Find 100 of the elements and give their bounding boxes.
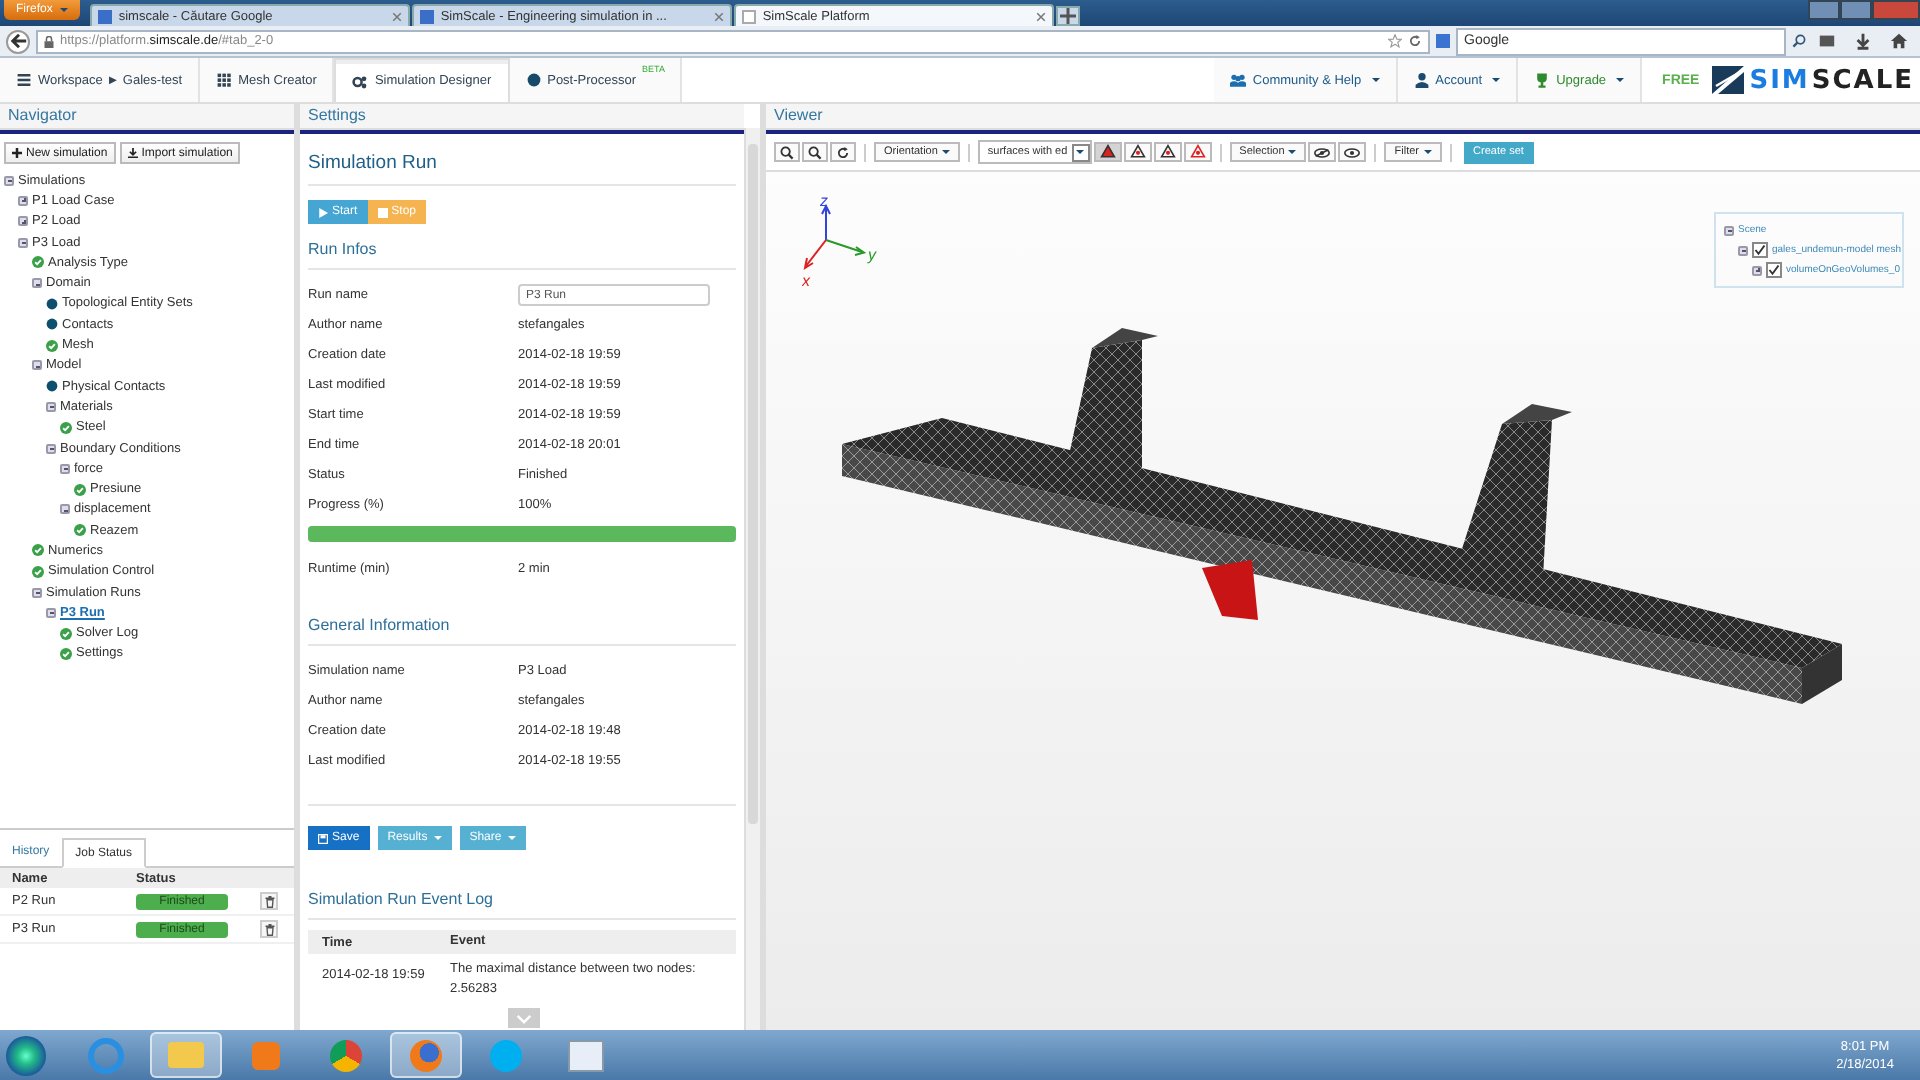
collapse-icon[interactable] xyxy=(1724,225,1734,235)
collapse-icon[interactable] xyxy=(46,607,56,618)
collapse-icon[interactable] xyxy=(32,587,42,598)
caret-icon xyxy=(1371,78,1380,82)
chevron-down-icon xyxy=(516,1013,532,1023)
stop-icon xyxy=(377,207,388,217)
hide-button[interactable] xyxy=(1308,142,1337,162)
axes-drawing: z y x xyxy=(802,192,902,292)
star-icon[interactable] xyxy=(1388,34,1402,48)
gears-icon xyxy=(352,73,369,89)
reload-icon[interactable] xyxy=(1408,34,1422,48)
arrow-icon xyxy=(9,32,27,50)
download-icon[interactable] xyxy=(1854,32,1872,50)
triangle-icon xyxy=(1159,144,1176,160)
magnifier-icon xyxy=(808,145,822,159)
collapse-icon[interactable] xyxy=(46,443,56,453)
section-heading: General Information xyxy=(308,616,452,634)
expand-icon[interactable] xyxy=(18,195,28,206)
panel-title: Navigator xyxy=(0,104,294,130)
magnifier-icon xyxy=(780,145,794,159)
trophy-icon xyxy=(1534,72,1551,88)
close-icon[interactable] xyxy=(392,11,403,21)
check-circle-icon xyxy=(74,483,86,496)
home-icon[interactable] xyxy=(1890,32,1908,50)
eye-icon xyxy=(1344,147,1361,157)
logo: SIM SCALE xyxy=(1711,58,1914,102)
collapse-icon[interactable] xyxy=(4,175,14,186)
caret-icon xyxy=(60,8,69,12)
render-mode-button[interactable] xyxy=(1153,142,1182,162)
triangle-icon xyxy=(1129,144,1146,160)
new-tab-button[interactable] xyxy=(1056,6,1081,26)
collapse-icon[interactable] xyxy=(32,278,42,289)
maximize-button[interactable] xyxy=(1840,0,1872,20)
search-icon[interactable] xyxy=(1792,34,1806,48)
caret-icon xyxy=(1423,150,1432,154)
play-icon xyxy=(318,207,328,217)
zoom-out-button[interactable] xyxy=(802,142,828,162)
collapse-icon[interactable] xyxy=(46,401,56,412)
person-icon xyxy=(1413,72,1430,88)
collapse-icon[interactable] xyxy=(60,463,70,474)
caret-icon xyxy=(507,836,516,840)
dot-icon xyxy=(46,318,58,331)
plus-icon xyxy=(12,148,22,158)
check-circle-icon xyxy=(32,565,44,578)
favicon-icon xyxy=(98,9,113,23)
favicon-icon xyxy=(742,9,757,23)
render-mode-button[interactable] xyxy=(1123,142,1152,162)
collapse-icon[interactable] xyxy=(60,504,70,515)
zoom-in-button[interactable] xyxy=(774,142,800,162)
favicon-icon xyxy=(420,9,435,23)
collapse-icon[interactable] xyxy=(32,360,42,371)
close-icon[interactable] xyxy=(1036,11,1047,21)
dot-icon xyxy=(46,380,58,393)
caret-icon xyxy=(433,836,442,840)
panel-title: Viewer xyxy=(766,104,1920,130)
section-heading: Simulation Run xyxy=(308,152,439,174)
people-icon xyxy=(1230,72,1247,88)
check-circle-icon xyxy=(74,524,86,537)
caret-icon xyxy=(1288,150,1297,154)
check-circle-icon xyxy=(46,339,58,352)
collapse-icon[interactable] xyxy=(1738,245,1748,255)
download-icon xyxy=(127,148,138,158)
lock-icon xyxy=(44,35,54,47)
scrollbar[interactable] xyxy=(744,128,760,1030)
caret-icon xyxy=(941,150,950,154)
grid-icon xyxy=(216,72,233,88)
minimize-button[interactable] xyxy=(1808,0,1840,20)
trash-icon xyxy=(263,895,275,907)
expand-icon[interactable] xyxy=(1752,265,1762,275)
refresh-button[interactable] xyxy=(830,142,856,162)
caret-icon xyxy=(1492,78,1501,82)
show-button[interactable] xyxy=(1338,142,1367,162)
check-circle-icon xyxy=(60,627,72,640)
dot-icon xyxy=(525,72,542,88)
save-icon xyxy=(318,833,328,843)
triangle-icon xyxy=(1189,144,1206,160)
section-heading: Run Infos xyxy=(308,240,379,258)
caret-icon xyxy=(1616,78,1625,82)
back-button[interactable] xyxy=(6,29,30,53)
check-circle-icon xyxy=(32,256,44,269)
refresh-icon xyxy=(836,145,850,159)
start-button[interactable] xyxy=(6,1035,46,1075)
panel-title: Settings xyxy=(300,104,744,130)
trash-icon xyxy=(263,923,275,935)
check-circle-icon xyxy=(60,421,72,434)
close-icon[interactable] xyxy=(714,11,725,21)
expand-icon[interactable] xyxy=(18,216,28,227)
dot-icon xyxy=(46,297,58,310)
check-circle-icon xyxy=(60,647,72,660)
collapse-icon[interactable] xyxy=(18,237,28,248)
list-icon xyxy=(16,72,32,88)
triangle-icon xyxy=(1099,144,1116,160)
delete-button[interactable] xyxy=(260,892,278,910)
render-mode-button[interactable] xyxy=(1093,142,1122,162)
delete-button[interactable] xyxy=(260,920,278,938)
checkbox[interactable] xyxy=(1766,262,1782,278)
checkbox[interactable] xyxy=(1752,242,1768,258)
check-circle-icon xyxy=(32,544,44,557)
eye-slash-icon xyxy=(1314,147,1331,157)
section-heading: Simulation Run Event Log xyxy=(308,890,495,908)
